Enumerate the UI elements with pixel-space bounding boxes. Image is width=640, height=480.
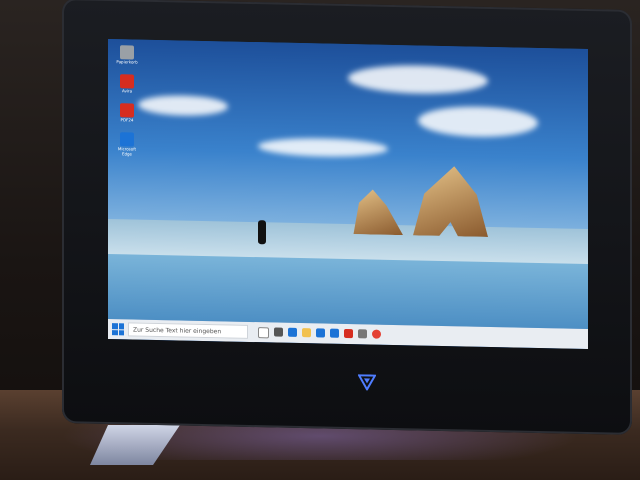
edge-icon — [120, 132, 134, 147]
desktop-icon-label: Microsoft Edge — [117, 146, 137, 157]
desktop-icon-label: PDF24 — [120, 117, 134, 123]
desktop-icon-avira[interactable]: Avira — [114, 74, 140, 94]
avira-icon — [120, 74, 134, 89]
desktop-icon-pdf24[interactable]: PDF24 — [114, 103, 140, 123]
store-icon[interactable] — [316, 327, 325, 338]
desktop-icons: Papierkorb Avira PDF24 Microsoft Edge — [114, 45, 140, 167]
edge-icon[interactable] — [288, 327, 297, 337]
desktop-icon-label: Papierkorb — [116, 59, 138, 65]
pdf-icon — [120, 103, 134, 118]
desktop-icon-label: Avira — [121, 88, 133, 94]
search-placeholder: Zur Suche Text hier eingeben — [133, 326, 222, 335]
taskbar-apps — [258, 326, 381, 341]
chrome-icon[interactable] — [372, 329, 381, 339]
desktop-icon-edge[interactable]: Microsoft Edge — [114, 132, 140, 157]
monitor-logo-icon — [358, 374, 376, 391]
taskbar-search-box[interactable]: Zur Suche Text hier eingeben — [128, 322, 248, 339]
monitor: Papierkorb Avira PDF24 Microsoft Edge Zu… — [62, 0, 632, 435]
desktop-icon-recycle-bin[interactable]: Papierkorb — [114, 45, 140, 65]
recycle-bin-icon — [120, 45, 134, 60]
monitor-screen: Papierkorb Avira PDF24 Microsoft Edge Zu… — [108, 38, 588, 350]
start-button[interactable] — [112, 323, 124, 336]
cortana-icon[interactable] — [258, 326, 269, 338]
mail-icon[interactable] — [330, 328, 339, 338]
explorer-icon[interactable] — [302, 327, 311, 337]
wallpaper-beach — [108, 253, 588, 330]
runner-silhouette — [258, 220, 266, 245]
task-view-icon[interactable] — [274, 326, 283, 337]
settings-icon[interactable] — [358, 328, 367, 338]
pdf-icon[interactable] — [344, 328, 353, 338]
